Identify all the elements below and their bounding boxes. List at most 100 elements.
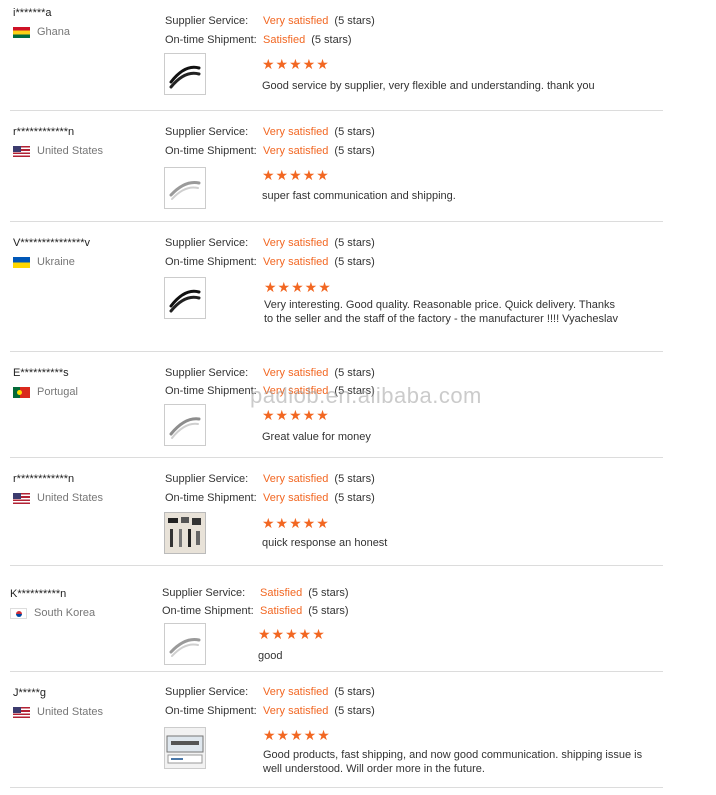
supplier-service-rating: Supplier Service: Very satisfied (5 stars)	[165, 123, 375, 142]
buyer-country: Ukraine	[37, 256, 75, 268]
review-item: i*******a Ghana Supplier Service: Very sa…	[10, 0, 663, 111]
supplier-service-rating: Supplier Service: Very satisfied (5 stars)	[165, 234, 375, 253]
black-handle-icon	[169, 65, 201, 89]
supplier-satisfaction: Very satisfied	[263, 126, 329, 138]
flag-ukraine-icon	[13, 256, 30, 268]
supplier-service-rating: Supplier Service: Very satisfied (5 stars)	[165, 470, 375, 489]
star-rating: ★★★★★	[262, 407, 330, 423]
supplier-service-rating: Supplier Service: Very satisfied (5 stars)	[165, 364, 375, 383]
shipment-label: On-time Shipment:	[165, 705, 257, 717]
shipment-label: On-time Shipment:	[165, 145, 257, 157]
flag-portugal-icon	[13, 386, 30, 398]
shipment-rating: On-time Shipment: Very satisfied (5 stars)	[165, 253, 375, 272]
buyer-name: r************n	[13, 473, 75, 485]
silver-handle-icon	[169, 181, 201, 200]
shipment-rating: On-time Shipment: Very satisfied (5 stars)	[165, 489, 375, 508]
supplier-service-label: Supplier Service:	[165, 686, 249, 698]
star-rating: ★★★★★	[262, 56, 330, 72]
supplier-service-label: Supplier Service:	[165, 237, 249, 249]
shipment-satisfaction: Satisfied	[260, 605, 303, 617]
supplier-service-label: Supplier Service:	[165, 126, 249, 138]
shipment-satisfaction: Very satisfied	[263, 492, 329, 504]
review-comment: Good products, fast shipping, and now go…	[263, 749, 643, 775]
shipment-satisfaction: Very satisfied	[263, 705, 329, 717]
buyer-country: South Korea	[34, 607, 96, 619]
review-photo-thumbnail[interactable]	[164, 53, 206, 95]
review-comment: super fast communication and shipping.	[262, 190, 456, 202]
buyer-name: i*******a	[13, 7, 52, 19]
supplier-stars-count: (5 stars)	[334, 367, 375, 379]
review-item: K**********n South Korea Supplier Servic…	[10, 566, 663, 672]
shipment-satisfaction: Very satisfied	[263, 145, 329, 157]
shipment-stars-count: (5 stars)	[334, 492, 375, 504]
buyer-country: Portugal	[37, 386, 78, 398]
review-comment: good	[258, 650, 283, 662]
review-item: V***************v Ukraine Supplier Servi…	[10, 222, 663, 352]
supplier-satisfaction: Very satisfied	[263, 237, 329, 249]
supplier-service-label: Supplier Service:	[165, 473, 249, 485]
review-photo-thumbnail[interactable]	[164, 727, 206, 769]
star-rating: ★★★★★	[258, 626, 326, 642]
shipment-label: On-time Shipment:	[162, 605, 254, 617]
buyer-country: Ghana	[37, 26, 71, 38]
supplier-stars-count: (5 stars)	[334, 473, 375, 485]
shipment-rating: On-time Shipment: Satisfied (5 stars)	[165, 31, 352, 50]
shipment-stars-count: (5 stars)	[334, 256, 375, 268]
supplier-stars-count: (5 stars)	[334, 15, 375, 27]
shipment-satisfaction: Very satisfied	[263, 256, 329, 268]
buyer-name: V***************v	[13, 237, 91, 249]
supplier-service-rating: Supplier Service: Satisfied (5 stars)	[162, 584, 349, 603]
star-rating: ★★★★★	[262, 515, 330, 531]
shipment-stars-count: (5 stars)	[334, 145, 375, 157]
shipment-label: On-time Shipment:	[165, 34, 257, 46]
supplier-service-label: Supplier Service:	[165, 15, 249, 27]
shipment-label: On-time Shipment:	[165, 492, 257, 504]
supplier-stars-count: (5 stars)	[334, 237, 375, 249]
supplier-satisfaction: Very satisfied	[263, 686, 329, 698]
review-comment: Good service by supplier, very flexible …	[262, 80, 595, 92]
supplier-stars-count: (5 stars)	[334, 686, 375, 698]
star-rating: ★★★★★	[263, 727, 331, 743]
review-item: J*****g United States Supplier Service: V…	[10, 672, 663, 788]
shipment-rating: On-time Shipment: Very satisfied (5 stars)	[165, 702, 375, 721]
shipment-rating: On-time Shipment: Satisfied (5 stars)	[162, 602, 349, 621]
silver-handle-icon	[169, 417, 201, 439]
review-photo-thumbnail[interactable]	[164, 277, 206, 319]
black-handle-icon	[169, 289, 201, 313]
flag-ghana-icon	[13, 26, 30, 38]
shipment-stars-count: (5 stars)	[308, 605, 349, 617]
buyer-name: E**********s	[13, 367, 69, 379]
boxed-handle-photo-icon	[165, 728, 205, 768]
review-photo-thumbnail[interactable]	[164, 404, 206, 446]
shipment-stars-count: (5 stars)	[311, 34, 352, 46]
buyer-country: United States	[37, 492, 104, 504]
flag-us-icon	[13, 145, 30, 157]
supplier-stars-count: (5 stars)	[334, 126, 375, 138]
shipment-satisfaction: Very satisfied	[263, 385, 329, 397]
shipment-label: On-time Shipment:	[165, 385, 257, 397]
supplier-satisfaction: Very satisfied	[263, 367, 329, 379]
buyer-name: K**********n	[10, 588, 67, 600]
buyer-country: United States	[37, 145, 104, 157]
review-photo-thumbnail[interactable]	[164, 623, 206, 665]
flag-us-icon	[13, 706, 30, 718]
review-item: E**********s Portugal Supplier Service: V…	[10, 352, 663, 458]
supplier-satisfaction: Satisfied	[260, 587, 303, 599]
supplier-stars-count: (5 stars)	[308, 587, 349, 599]
buyer-name: J*****g	[13, 687, 47, 699]
review-photo-thumbnail[interactable]	[164, 167, 206, 209]
shipment-rating: On-time Shipment: Very satisfied (5 stars)	[165, 142, 375, 161]
flag-south-korea-icon	[10, 607, 27, 619]
shipment-satisfaction: Satisfied	[263, 34, 306, 46]
supplier-satisfaction: Very satisfied	[263, 473, 329, 485]
review-comment: quick response an honest	[262, 537, 388, 549]
shipment-stars-count: (5 stars)	[334, 705, 375, 717]
supplier-service-rating: Supplier Service: Very satisfied (5 stars)	[165, 12, 375, 31]
buyer-name: r************n	[13, 126, 75, 138]
review-photo-thumbnail[interactable]	[164, 512, 206, 554]
review-item: r************n United States Supplier Se…	[10, 111, 663, 222]
supplier-service-label: Supplier Service:	[162, 587, 246, 599]
flag-us-icon	[13, 492, 30, 504]
shipment-stars-count: (5 stars)	[334, 385, 375, 397]
shipment-rating: On-time Shipment: Very satisfied (5 stars)	[165, 382, 375, 401]
